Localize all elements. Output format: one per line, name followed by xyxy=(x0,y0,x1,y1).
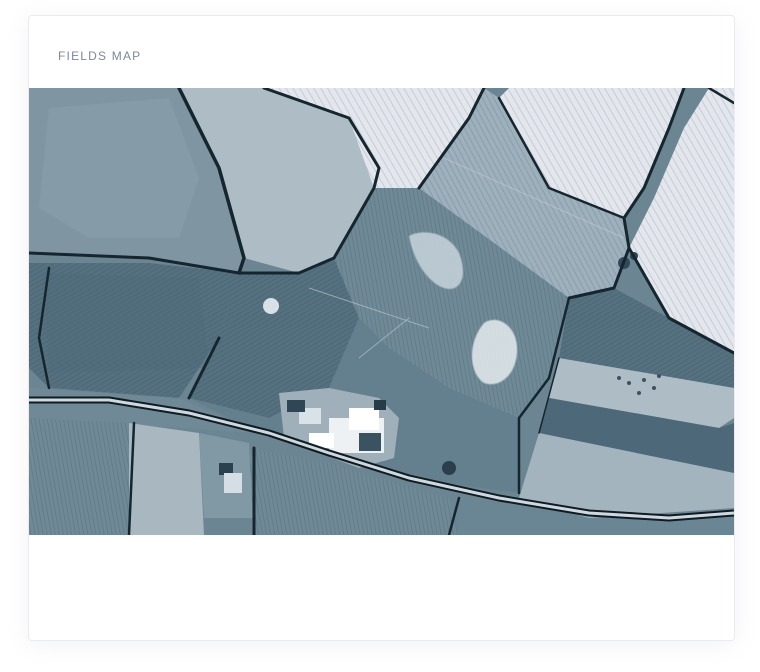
card-title: FIELDS MAP xyxy=(58,49,142,63)
fields-map-card: FIELDS MAP xyxy=(28,15,735,641)
card-footer xyxy=(29,535,734,640)
fields-map-image[interactable] xyxy=(29,88,734,535)
